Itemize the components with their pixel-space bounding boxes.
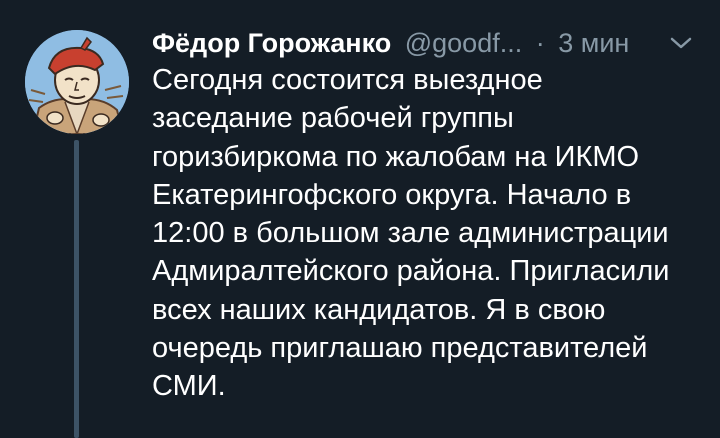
tweet-text-line: СМИ. (152, 370, 226, 403)
header-separator: · (535, 28, 545, 58)
tweet-text-line: Екатерингофского округа. Начало в (152, 178, 632, 211)
author-handle[interactable]: @goodf... (405, 28, 522, 58)
avatar-illustration-icon (25, 30, 129, 134)
tweet-text-line: Сегодня состоится выездное (152, 64, 543, 96)
tweet-text-line: 12:00 в большом зале администрации (152, 217, 669, 250)
tweet-text-line: Адмиралтейского района. Пригласили (152, 255, 670, 288)
tweet-header: Фёдор Горожанко @goodf... · 3 мин (152, 24, 712, 62)
tweet-menu-button[interactable] (668, 34, 694, 52)
thread-connector-line (74, 140, 79, 438)
tweet-timestamp[interactable]: 3 мин (558, 28, 629, 58)
tweet-text-line: горизбиркома по жалобам на ИКМО (152, 140, 640, 173)
author-display-name[interactable]: Фёдор Горожанко (152, 28, 391, 58)
author-avatar[interactable] (25, 30, 129, 134)
tweet-text-line: всех наших кандидатов. Я в свою (152, 293, 606, 326)
tweet-text-line: заседание рабочей группы (152, 102, 514, 135)
tweet: Фёдор Горожанко @goodf... · 3 мин Сегодн… (0, 0, 720, 438)
tweet-text-line: очередь приглашаю представителей (152, 332, 648, 365)
chevron-down-icon (670, 37, 692, 49)
tweet-text: Сегодня состоится выездное заседание раб… (152, 61, 712, 406)
